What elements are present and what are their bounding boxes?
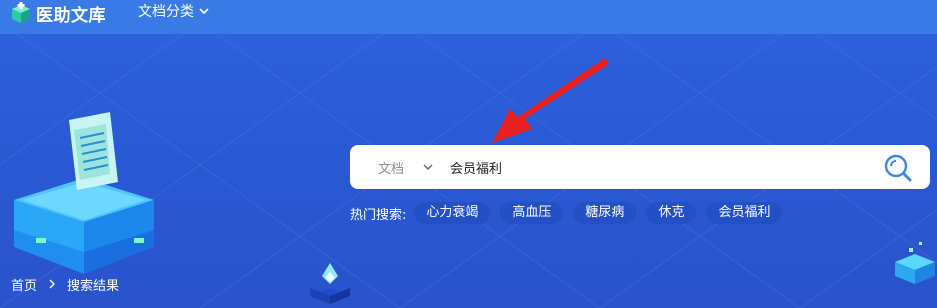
chevron-right-icon <box>47 279 57 289</box>
document-box-illustration <box>14 112 154 274</box>
hot-searches: 热门搜索: 心力衰竭 高血压 糖尿病 休克 会员福利 <box>350 202 792 224</box>
search-type-label: 文档 <box>378 161 405 177</box>
breadcrumb-home-link[interactable]: 首页 <box>11 275 37 294</box>
hot-tag[interactable]: 会员福利 <box>706 202 783 224</box>
hot-tag[interactable]: 高血压 <box>500 202 564 224</box>
search-icon <box>884 154 912 182</box>
hot-searches-label: 热门搜索: <box>350 207 407 223</box>
right-cube-illustration <box>895 242 935 284</box>
search-box: 文档 <box>350 145 930 189</box>
site-logo[interactable]: 医助文库 <box>10 0 106 26</box>
breadcrumb: 首页 搜索结果 <box>11 274 119 294</box>
search-input[interactable] <box>450 153 870 181</box>
annotation-arrow <box>492 58 609 143</box>
logo-text: 医助文库 <box>36 5 106 26</box>
logo-cube-icon <box>12 2 30 23</box>
hot-tag[interactable]: 心力衰竭 <box>414 202 491 224</box>
nav-doc-category[interactable]: 文档分类 <box>138 0 210 22</box>
hot-tag[interactable]: 糖尿病 <box>573 202 637 224</box>
chevron-down-icon <box>199 8 209 15</box>
search-button[interactable] <box>882 152 914 184</box>
top-navigation-bar: 医助文库 文档分类 <box>0 0 937 34</box>
small-cube-illustration <box>310 263 350 304</box>
chevron-down-icon <box>423 164 433 170</box>
hot-tag[interactable]: 休克 <box>646 202 697 224</box>
breadcrumb-current: 搜索结果 <box>67 278 120 294</box>
nav-doc-category-label: 文档分类 <box>138 4 194 20</box>
search-type-dropdown[interactable]: 文档 <box>378 145 434 189</box>
